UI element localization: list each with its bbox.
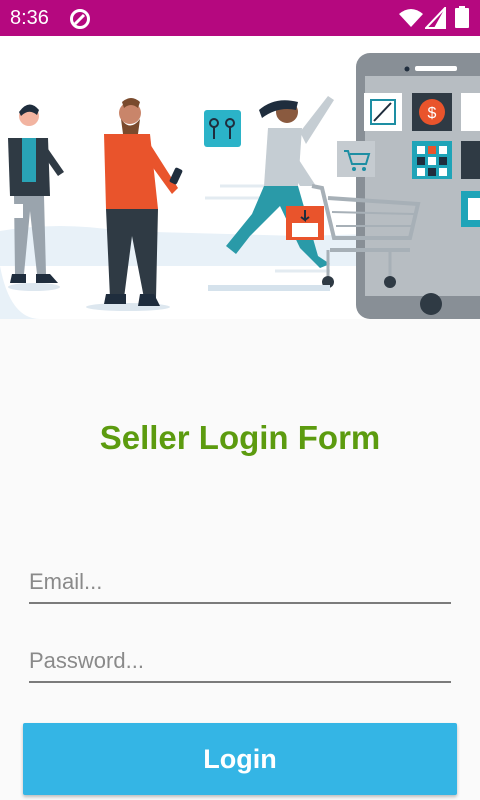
shopping-illustration: $ — [0, 53, 480, 319]
password-field[interactable] — [29, 641, 451, 683]
wifi-icon — [399, 9, 423, 27]
cellular-signal-icon — [425, 7, 446, 29]
battery-icon — [455, 6, 469, 28]
svg-text:$: $ — [428, 105, 437, 122]
login-button[interactable]: Login — [23, 723, 457, 795]
page-title: Seller Login Form — [99, 419, 381, 456]
status-time: 8:36 — [10, 7, 49, 29]
data-saver-icon — [70, 9, 90, 29]
status-bar: 8:36 — [0, 0, 480, 36]
hero-illustration: $ — [0, 36, 480, 319]
email-field[interactable] — [29, 562, 451, 604]
